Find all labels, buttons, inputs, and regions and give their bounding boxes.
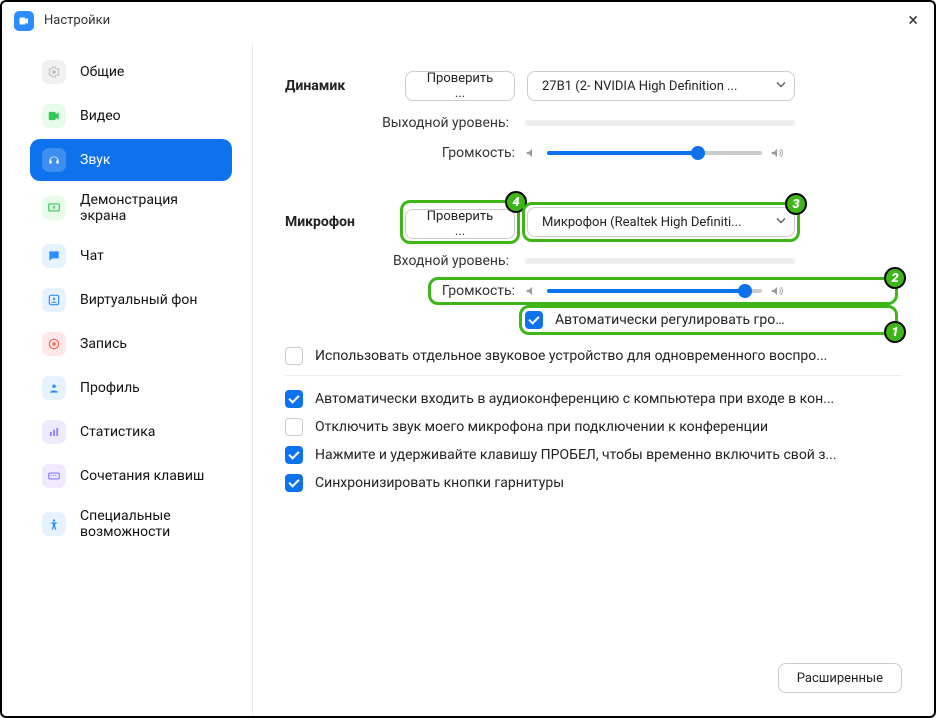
checkbox-icon[interactable]	[285, 418, 303, 436]
sidebar-item-audio[interactable]: Звук	[30, 139, 232, 181]
sidebar-item-label: Профиль	[80, 380, 140, 396]
sidebar-item-label: Виртуальный фон	[80, 292, 197, 308]
body: Общие Видео Звук Демонстрация экрана Чат…	[2, 37, 934, 715]
speaker-volume-label: Громкость:	[285, 145, 525, 161]
option-push-to-talk[interactable]: Нажмите и удерживайте клавишу ПРОБЕЛ, чт…	[285, 446, 902, 464]
sidebar-item-statistics[interactable]: Статистика	[30, 411, 232, 453]
sidebar-item-recording[interactable]: Запись	[30, 323, 232, 365]
option-auto-join-audio[interactable]: Автоматически входить в аудиоконференцию…	[285, 390, 902, 408]
checkbox-icon[interactable]	[285, 347, 303, 365]
window-title: Настройки	[44, 13, 110, 28]
sidebar-item-video[interactable]: Видео	[30, 95, 232, 137]
mic-device-value: Микрофон (Realtek High Definiti...	[542, 215, 742, 230]
sidebar-item-label: Специальные возможности	[80, 508, 220, 540]
speaker-low-icon	[525, 284, 539, 298]
mic-section-label: Микрофон	[285, 214, 405, 230]
advanced-button[interactable]: Расширенные	[778, 663, 902, 693]
sidebar-item-label: Звук	[80, 152, 110, 168]
output-level-label: Выходной уровень:	[285, 115, 525, 131]
sidebar-item-label: Статистика	[80, 424, 155, 440]
separator	[285, 375, 902, 376]
speaker-device-value: 27B1 (2- NVIDIA High Definition ...	[542, 79, 737, 94]
sidebar-item-chat[interactable]: Чат	[30, 235, 232, 277]
sidebar-item-label: Запись	[80, 336, 127, 352]
option-label: Нажмите и удерживайте клавишу ПРОБЕЛ, чт…	[315, 447, 837, 463]
title-bar: Настройки ×	[2, 2, 934, 37]
annotation-badge-2: 2	[884, 267, 906, 289]
checkbox-icon[interactable]	[285, 390, 303, 408]
option-label: Использовать отдельное звуковое устройст…	[315, 348, 827, 364]
option-separate-audio-device[interactable]: Использовать отдельное звуковое устройст…	[285, 347, 902, 365]
option-label: Отключить звук моего микрофона при подкл…	[315, 419, 768, 435]
annotation-badge-3: 3	[785, 193, 807, 215]
option-sync-headset-buttons[interactable]: Синхронизировать кнопки гарнитуры	[285, 474, 902, 492]
sidebar-item-label: Чат	[80, 248, 104, 264]
settings-window: Настройки × Общие Видео Звук Демонстраци…	[0, 0, 936, 718]
sidebar-item-general[interactable]: Общие	[30, 51, 232, 93]
input-level-label: Входной уровень:	[285, 253, 525, 269]
sidebar-item-label: Видео	[80, 108, 121, 124]
chevron-down-icon	[776, 215, 786, 230]
annotation-badge-4: 4	[505, 191, 527, 213]
mic-auto-adjust-label: Автоматически регулировать гром...	[555, 312, 795, 328]
mic-auto-adjust-option[interactable]: Автоматически регулировать гром...	[525, 311, 902, 329]
checkbox-icon[interactable]	[285, 446, 303, 464]
sidebar-item-share-screen[interactable]: Демонстрация экрана	[30, 183, 232, 233]
output-level-meter	[525, 120, 795, 126]
mic-device-select[interactable]: Микрофон (Realtek High Definiti...	[527, 207, 795, 237]
sidebar: Общие Видео Звук Демонстрация экрана Чат…	[2, 37, 252, 715]
zoom-app-icon	[14, 11, 34, 31]
sidebar-item-virtual-background[interactable]: Виртуальный фон	[30, 279, 232, 321]
option-label: Автоматически входить в аудиоконференцию…	[315, 391, 834, 407]
sidebar-item-label: Общие	[80, 64, 124, 80]
option-label: Синхронизировать кнопки гарнитуры	[315, 475, 564, 491]
speaker-section-label: Динамик	[285, 78, 405, 94]
speaker-high-icon	[770, 284, 784, 298]
speaker-device-select[interactable]: 27B1 (2- NVIDIA High Definition ...	[527, 71, 795, 101]
sidebar-item-keyboard-shortcuts[interactable]: Сочетания клавиш	[30, 455, 232, 497]
mic-volume-label: Громкость:	[285, 283, 525, 299]
chevron-down-icon	[776, 79, 786, 94]
mic-volume-slider[interactable]	[547, 289, 762, 293]
sidebar-item-label: Демонстрация экрана	[80, 192, 220, 224]
input-level-meter	[525, 258, 795, 264]
sidebar-item-profile[interactable]: Профиль	[30, 367, 232, 409]
speaker-low-icon	[525, 146, 539, 160]
annotation-badge-1: 1	[884, 321, 906, 343]
sidebar-item-label: Сочетания клавиш	[80, 468, 204, 484]
content-audio: Динамик Проверить ... 27B1 (2- NVIDIA Hi…	[253, 37, 934, 715]
option-mute-on-join[interactable]: Отключить звук моего микрофона при подкл…	[285, 418, 902, 436]
speaker-volume-slider[interactable]	[547, 151, 762, 155]
checkbox-icon[interactable]	[285, 474, 303, 492]
sidebar-item-accessibility[interactable]: Специальные возможности	[30, 499, 232, 549]
speaker-high-icon	[770, 146, 784, 160]
checkbox-icon[interactable]	[525, 311, 543, 329]
speaker-test-button[interactable]: Проверить ...	[405, 71, 515, 101]
close-icon[interactable]: ×	[904, 10, 922, 31]
mic-test-button[interactable]: Проверить ...	[405, 209, 515, 239]
